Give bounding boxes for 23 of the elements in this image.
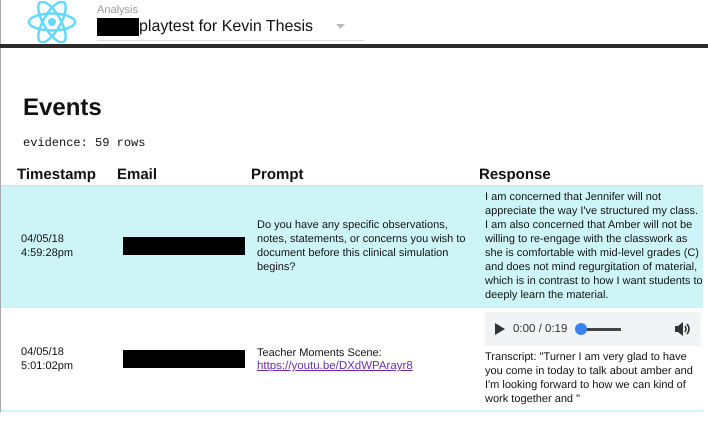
playback-time: 0:00 / 0:19: [513, 323, 568, 335]
column-header: Prompt: [251, 166, 304, 185]
timestamp-cell-text: 04/05/18 4:59:28pm: [21, 232, 74, 260]
column-header: Timestamp: [17, 166, 97, 185]
page-title: Events: [22, 93, 103, 122]
prompt-text: Do you have any specific observations, notes, statements, or concerns you wish to document before this clinical simulation begins?: [257, 218, 466, 274]
atom-icon: [27, 1, 77, 43]
analysis-dropdown[interactable]: playtest for Kevin Thesis: [97, 18, 365, 40]
audio-player[interactable]: 0:00 / 0:19: [485, 312, 701, 346]
row-count: evidence: 59 rows: [22, 135, 146, 150]
column-header: Response: [479, 166, 552, 185]
video-link[interactable]: https://youtu.be/DXdWPArayr8: [257, 360, 479, 372]
section-label: Analysis: [97, 4, 139, 16]
caret-icon: [336, 24, 345, 29]
response-text: Transcript: "Turner I am very glad to have you come in today to talk about amber and I'm looking forward to how we can kind of work together and ": [485, 350, 694, 406]
response-text: I am concerned that Jennifer will not appreciate the way I've structured my class. I am also concerned that Amber will not be willing to re-engage with the classwork as she is comfortable with mid-level grades (C) and does not mind regurgitation of material, which is in contrast to how I want students to deeply learn the material.: [485, 190, 703, 302]
timestamp-cell-text: 04/05/18 5:01:02pm: [21, 345, 74, 373]
volume-icon[interactable]: [675, 322, 691, 336]
table-row[interactable]: [1, 186, 703, 308]
prompt-text: Teacher Moments Scene:: [257, 346, 383, 360]
column-header: Email: [117, 166, 158, 185]
play-icon[interactable]: [495, 323, 505, 335]
slider-thumb[interactable]: [575, 323, 588, 335]
